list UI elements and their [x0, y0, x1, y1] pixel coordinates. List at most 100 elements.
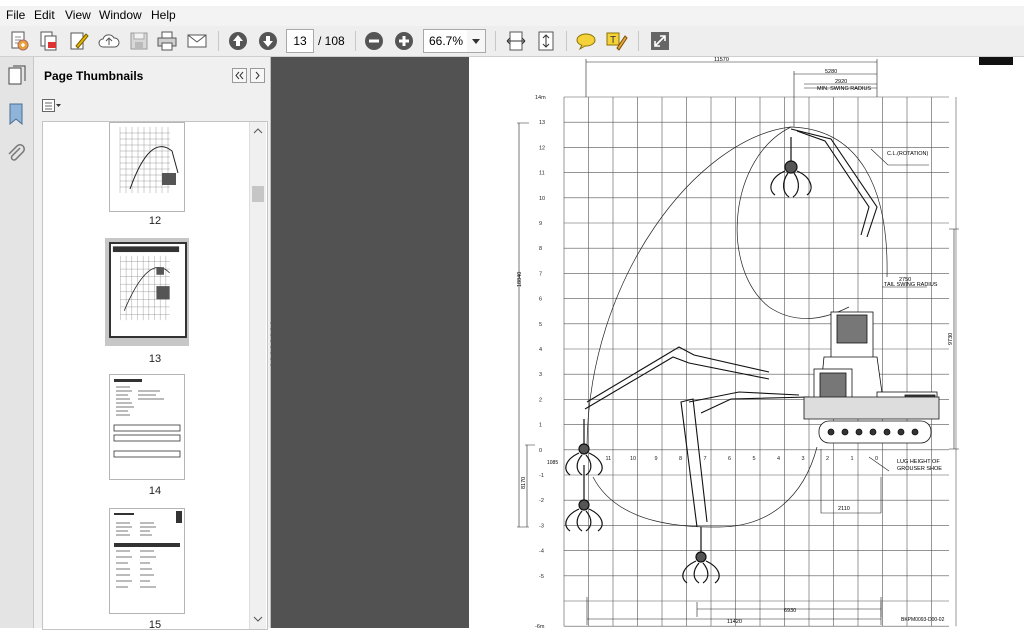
y-tick-label: 0	[539, 448, 542, 454]
dim-2920: 2920	[835, 79, 847, 85]
min-swing-label: MIN. SWING RADIUS	[817, 86, 871, 92]
panel-title: Page Thumbnails	[44, 69, 144, 83]
zoom-out-icon[interactable]	[362, 29, 386, 53]
dim-18840: 18840	[517, 272, 523, 287]
x-tick-label: 4	[777, 456, 780, 462]
thumbnail-drawing	[112, 246, 180, 321]
excavator-working-range-drawing: 14m131211109876543210-1-2-3-4-5-6m 11 10 9…	[517, 57, 1013, 628]
dim-11420: 11420	[727, 619, 742, 625]
x-axis-labels: 11 10 9 8 7 6 5 4 3 2 1 0	[606, 456, 879, 462]
email-icon[interactable]	[185, 29, 209, 53]
zoom-in-icon[interactable]	[392, 29, 416, 53]
x-tick-label: 5	[753, 456, 756, 462]
options-menu-icon	[42, 99, 61, 112]
chevron-right-icon	[255, 71, 260, 80]
scrollbar-graphic	[252, 128, 264, 622]
highlight-icon[interactable]: T	[604, 29, 628, 53]
print-icon[interactable]	[155, 29, 179, 53]
y-tick-label: 11	[539, 171, 545, 177]
menu-file[interactable]: File	[6, 8, 25, 22]
x-tick-label: 3	[802, 456, 805, 462]
dim-11570: 11570	[714, 57, 729, 63]
document-gutter	[271, 57, 469, 628]
thumbnail-page-12[interactable]	[109, 122, 185, 212]
menu-help[interactable]: Help	[151, 8, 176, 22]
vertical-scrollbar[interactable]	[249, 122, 266, 629]
x-tick-label: 7	[704, 456, 707, 462]
edit-icon[interactable]	[67, 29, 91, 53]
attachment-icon[interactable]	[6, 143, 26, 163]
y-tick-label: 8	[539, 246, 542, 252]
menu-bar: File Edit View Window Help	[0, 6, 1024, 26]
x-tick-label: 9	[655, 456, 658, 462]
comment-icon[interactable]	[574, 29, 598, 53]
y-tick-label: 2	[539, 397, 542, 403]
thumbnail-drawing	[119, 127, 179, 193]
thumbnail-label: 13	[148, 353, 162, 365]
y-tick-label: -5	[539, 574, 544, 580]
zoom-dropdown[interactable]	[467, 29, 486, 53]
ground-label: 1085	[547, 460, 558, 466]
page-number-input[interactable]: 13	[286, 29, 314, 53]
y-tick-label: 5	[539, 322, 542, 328]
combine-icon[interactable]	[37, 29, 61, 53]
fit-width-icon[interactable]	[504, 29, 528, 53]
dim-5280: 5280	[825, 69, 837, 75]
save-icon[interactable]	[127, 29, 151, 53]
x-tick-label: 6	[728, 456, 731, 462]
thumbnail-label: 15	[148, 619, 162, 630]
thumbnail-list: 12 13 14 15	[42, 121, 268, 630]
y-tick-label: -3	[539, 523, 544, 529]
y-label-bottom: -6m	[535, 624, 545, 628]
bookmark-icon[interactable]	[8, 103, 24, 126]
page-total: / 108	[318, 34, 345, 48]
menu-view[interactable]: View	[65, 8, 91, 22]
navigation-rail	[0, 57, 34, 628]
panel-splitter[interactable]	[269, 320, 272, 370]
y-tick-label: 9	[539, 221, 542, 227]
y-tick-label: -4	[539, 549, 544, 555]
y-tick-label: 10	[539, 196, 545, 202]
y-tick-label: 3	[539, 372, 542, 378]
pages-icon[interactable]	[8, 65, 26, 85]
dim-6930: 6930	[784, 608, 796, 614]
dim-8170: 8170	[521, 477, 527, 489]
collapse-panel-button[interactable]	[232, 68, 247, 83]
toolbar: 13 / 108 66.7% T	[0, 26, 1024, 57]
y-tick-label: -2	[539, 498, 544, 504]
menu-window[interactable]: Window	[99, 8, 142, 22]
thumbnail-options-button[interactable]	[42, 99, 62, 113]
thumbnail-text	[113, 379, 181, 458]
fit-page-icon[interactable]	[534, 29, 558, 53]
zoom-field[interactable]: 66.7%	[423, 29, 469, 53]
create-icon[interactable]	[7, 29, 31, 53]
y-tick-label: 4	[539, 347, 542, 353]
next-page-icon[interactable]	[256, 29, 280, 53]
menu-edit[interactable]: Edit	[34, 8, 55, 22]
y-tick-label: 12	[539, 145, 545, 151]
grid-lines	[563, 96, 957, 627]
fullscreen-icon[interactable]	[648, 29, 672, 53]
y-tick-label: 6	[539, 297, 542, 303]
drawing-reference: BKPM0093-D00-02	[901, 617, 945, 623]
thumbnail-page-14[interactable]	[109, 374, 185, 480]
thumbnail-page-13[interactable]	[109, 242, 187, 338]
x-tick-label: 2	[826, 456, 829, 462]
lug-height-label-2: GROUSER SHOE	[897, 466, 942, 472]
x-tick-label: 8	[679, 456, 682, 462]
dim-2110: 2110	[838, 506, 850, 512]
y-axis-labels: 14m131211109876543210-1-2-3-4-5-6m	[535, 95, 546, 628]
lug-height-label-1: LUG HEIGHT OF	[897, 459, 940, 465]
chevron-down-icon	[472, 39, 480, 44]
drawing-grid	[563, 96, 957, 627]
thumbnail-page-15[interactable]	[109, 508, 185, 614]
thumbnail-label: 12	[148, 215, 162, 227]
expand-panel-button[interactable]	[250, 68, 265, 83]
y-tick-label: 7	[539, 271, 542, 277]
x-tick-label: 0	[875, 456, 878, 462]
y-tick-label: -1	[539, 473, 544, 479]
svg-text:T: T	[610, 35, 616, 46]
prev-page-icon[interactable]	[226, 29, 250, 53]
document-page[interactable]: 14m 13 12 11 10 9 8 7 6 5 4 3 2 1 0 -1 -2 -3 -4 -5 -6m 11 10 9…	[469, 57, 1024, 628]
cloud-icon[interactable]	[97, 29, 121, 53]
